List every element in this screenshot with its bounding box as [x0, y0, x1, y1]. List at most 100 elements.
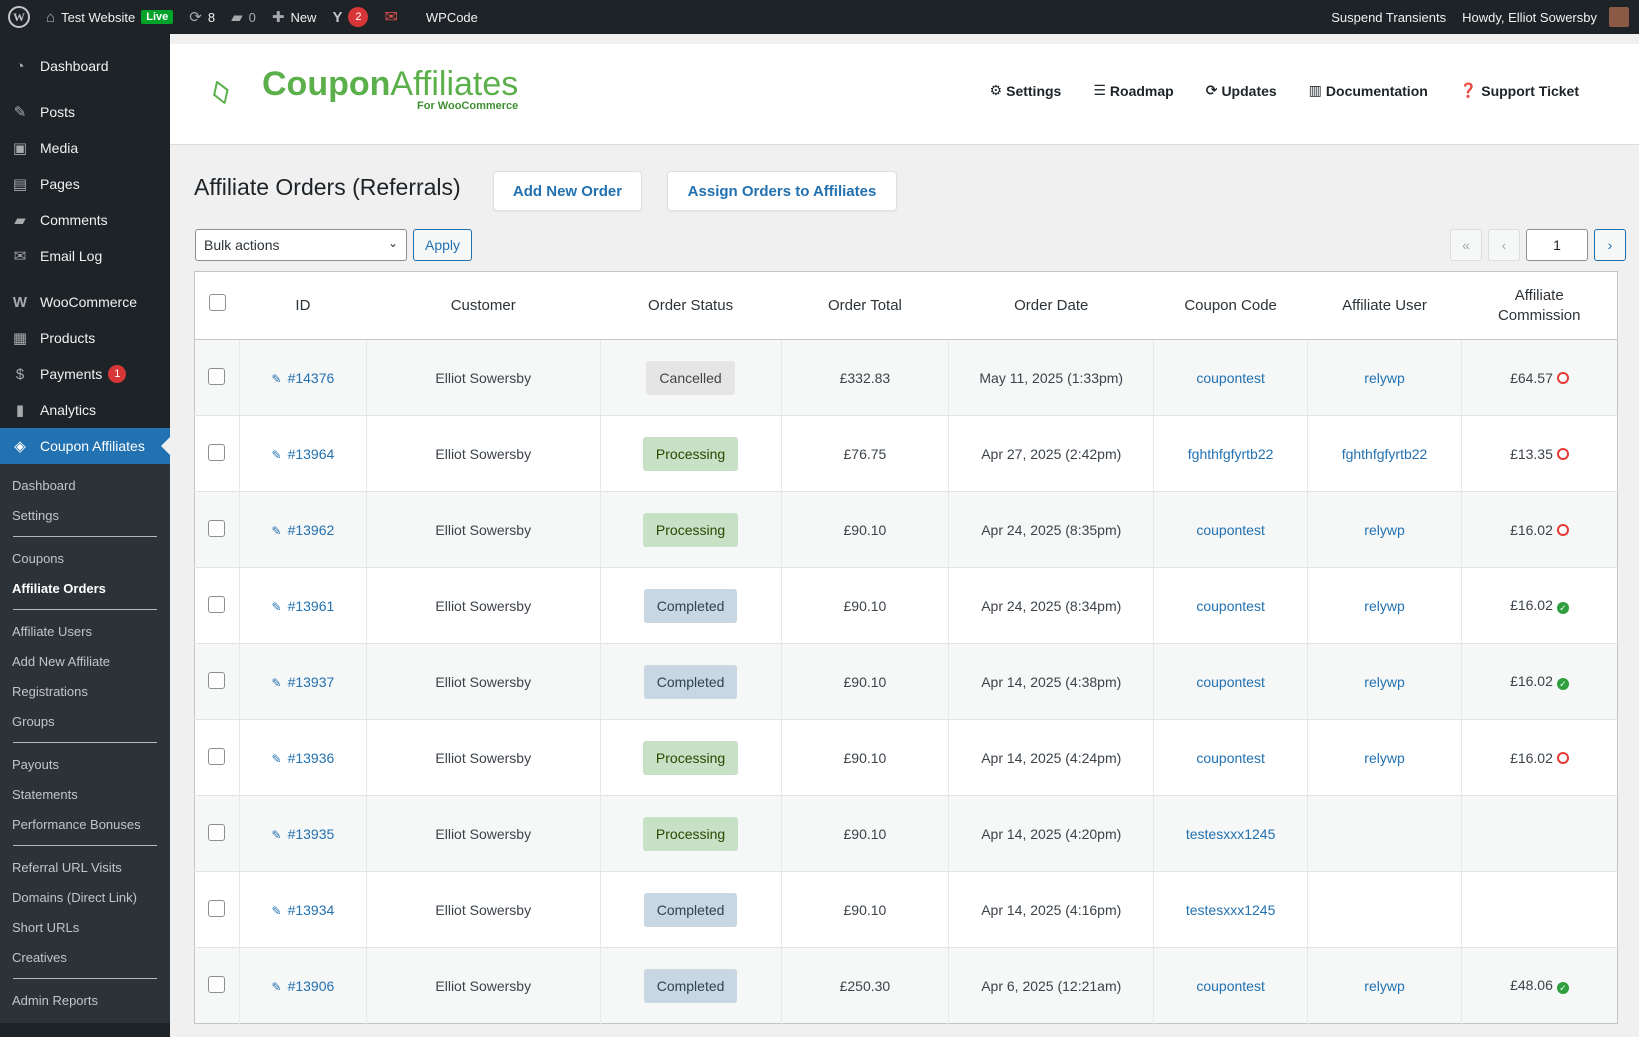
affiliate-user-link[interactable]: relywp	[1364, 370, 1404, 386]
nav-updates[interactable]: ⟳ Updates	[1206, 82, 1277, 99]
row-checkbox[interactable]	[208, 671, 226, 689]
pencil-icon[interactable]: ✎	[272, 600, 282, 614]
suspend-transients-menu[interactable]: Suspend Transients	[1323, 0, 1454, 34]
first-page-button[interactable]: «	[1450, 229, 1482, 261]
current-page-input[interactable]: 1	[1526, 229, 1588, 261]
email-menu[interactable]: ✉	[376, 0, 405, 34]
pencil-icon[interactable]: ✎	[272, 524, 282, 538]
row-select-cell	[194, 339, 240, 416]
menu-media[interactable]: ▣ Media	[0, 130, 170, 166]
row-checkbox[interactable]	[208, 595, 226, 613]
coupon-code-link[interactable]: coupontest	[1196, 674, 1265, 690]
coupon-code-link[interactable]: coupontest	[1196, 978, 1265, 994]
submenu-coupons[interactable]: Coupons	[0, 543, 170, 573]
submenu-admin-reports[interactable]: Admin Reports	[0, 985, 170, 1015]
assign-orders-button[interactable]: Assign Orders to Affiliates	[667, 171, 897, 211]
submenu-groups[interactable]: Groups	[0, 706, 170, 736]
order-id-link[interactable]: #13935	[288, 826, 335, 842]
account-menu[interactable]: Howdy, Elliot Sowersby	[1454, 0, 1639, 34]
pencil-icon[interactable]: ✎	[272, 980, 282, 994]
submenu-settings[interactable]: Settings	[0, 500, 170, 530]
affiliate-user-link[interactable]: relywp	[1364, 674, 1404, 690]
menu-email-log[interactable]: ✉ Email Log	[0, 238, 170, 274]
order-id-cell: ✎ #14376	[239, 339, 367, 416]
order-id-link[interactable]: #13934	[288, 902, 335, 918]
menu-analytics[interactable]: ▮ Analytics	[0, 392, 170, 428]
menu-woocommerce[interactable]: W WooCommerce	[0, 284, 170, 320]
menu-payments[interactable]: $ Payments 1	[0, 356, 170, 392]
affiliate-user-link[interactable]: relywp	[1364, 598, 1404, 614]
new-content-menu[interactable]: ✚ New	[264, 0, 325, 34]
menu-pages[interactable]: ▤ Pages	[0, 166, 170, 202]
pencil-icon[interactable]: ✎	[272, 448, 282, 462]
prev-page-button[interactable]: ‹	[1488, 229, 1520, 261]
wpcode-menu[interactable]: WPCode	[406, 0, 486, 34]
site-name-menu[interactable]: ⌂ Test Website Live	[38, 0, 181, 34]
next-page-button[interactable]: ›	[1594, 229, 1626, 261]
table-row: ✎ #13936 Elliot Sowersby Processing £90.10 Ap…	[194, 719, 1618, 796]
pencil-icon[interactable]: ✎	[272, 904, 282, 918]
submenu-creatives[interactable]: Creatives	[0, 942, 170, 972]
coupon-code-link[interactable]: coupontest	[1196, 598, 1265, 614]
row-checkbox[interactable]	[208, 747, 226, 765]
coupon-code-link[interactable]: fghthfgfyrtb22	[1188, 446, 1274, 462]
submenu-registrations[interactable]: Registrations	[0, 676, 170, 706]
affiliate-user-link[interactable]: relywp	[1364, 522, 1404, 538]
row-checkbox[interactable]	[208, 823, 226, 841]
updates-menu[interactable]: ⟳ 8	[181, 0, 223, 34]
comments-menu[interactable]: ▰ 0	[223, 0, 264, 34]
affiliate-user-link[interactable]: relywp	[1364, 978, 1404, 994]
wp-logo-menu[interactable]: W	[0, 0, 38, 34]
submenu-affiliate-orders[interactable]: Affiliate Orders	[0, 573, 170, 603]
submenu-domains[interactable]: Domains (Direct Link)	[0, 882, 170, 912]
order-id-link[interactable]: #13962	[288, 522, 335, 538]
submenu-short-urls[interactable]: Short URLs	[0, 912, 170, 942]
order-id-link[interactable]: #14376	[288, 370, 335, 386]
nav-roadmap[interactable]: ☰ Roadmap	[1093, 82, 1173, 99]
coupon-code-link[interactable]: coupontest	[1196, 370, 1265, 386]
coupon-code-link[interactable]: testesxxx1245	[1186, 902, 1276, 918]
submenu-divider	[13, 536, 157, 537]
menu-posts[interactable]: ✎ Posts	[0, 94, 170, 130]
submenu-dashboard[interactable]: Dashboard	[0, 470, 170, 500]
pencil-icon[interactable]: ✎	[272, 828, 282, 842]
commission-cell: £48.06 ✓	[1461, 947, 1618, 1024]
pencil-icon[interactable]: ✎	[272, 372, 282, 386]
yoast-menu[interactable]: Y 2	[324, 0, 376, 34]
nav-support-ticket[interactable]: ❓ Support Ticket	[1460, 82, 1579, 99]
menu-products[interactable]: ▦ Products	[0, 320, 170, 356]
submenu-statements[interactable]: Statements	[0, 779, 170, 809]
row-checkbox[interactable]	[208, 975, 226, 993]
submenu-payouts[interactable]: Payouts	[0, 749, 170, 779]
nav-label: Documentation	[1325, 82, 1428, 99]
order-id-link[interactable]: #13961	[288, 598, 335, 614]
submenu-affiliate-users[interactable]: Affiliate Users	[0, 616, 170, 646]
pencil-icon[interactable]: ✎	[272, 752, 282, 766]
nav-documentation[interactable]: ▥ Documentation	[1309, 82, 1428, 99]
submenu-performance-bonuses[interactable]: Performance Bonuses	[0, 809, 170, 839]
row-checkbox[interactable]	[208, 443, 226, 461]
menu-dashboard[interactable]: ◔ Dashboard	[0, 48, 170, 84]
affiliate-user-link[interactable]: fghthfgfyrtb22	[1342, 446, 1428, 462]
submenu-referral-url-visits[interactable]: Referral URL Visits	[0, 852, 170, 882]
order-id-link[interactable]: #13936	[288, 750, 335, 766]
coupon-code-link[interactable]: testesxxx1245	[1186, 826, 1276, 842]
row-checkbox[interactable]	[208, 899, 226, 917]
bulk-actions-select[interactable]: Bulk actions ⌄	[195, 229, 407, 261]
pencil-icon[interactable]: ✎	[272, 676, 282, 690]
menu-coupon-affiliates[interactable]: ◈ Coupon Affiliates	[0, 428, 170, 464]
coupon-code-link[interactable]: coupontest	[1196, 522, 1265, 538]
apply-button[interactable]: Apply	[413, 229, 472, 261]
row-checkbox[interactable]	[208, 367, 226, 385]
nav-settings[interactable]: ⚙ Settings	[990, 82, 1062, 99]
submenu-add-new-affiliate[interactable]: Add New Affiliate	[0, 646, 170, 676]
add-new-order-button[interactable]: Add New Order	[493, 171, 642, 211]
order-id-link[interactable]: #13937	[288, 674, 335, 690]
order-id-link[interactable]: #13964	[288, 446, 335, 462]
affiliate-user-link[interactable]: relywp	[1364, 750, 1404, 766]
row-checkbox[interactable]	[208, 519, 226, 537]
menu-comments[interactable]: ▰ Comments	[0, 202, 170, 238]
coupon-code-link[interactable]: coupontest	[1196, 750, 1265, 766]
order-id-link[interactable]: #13906	[288, 978, 335, 994]
select-all-checkbox[interactable]	[208, 294, 226, 311]
